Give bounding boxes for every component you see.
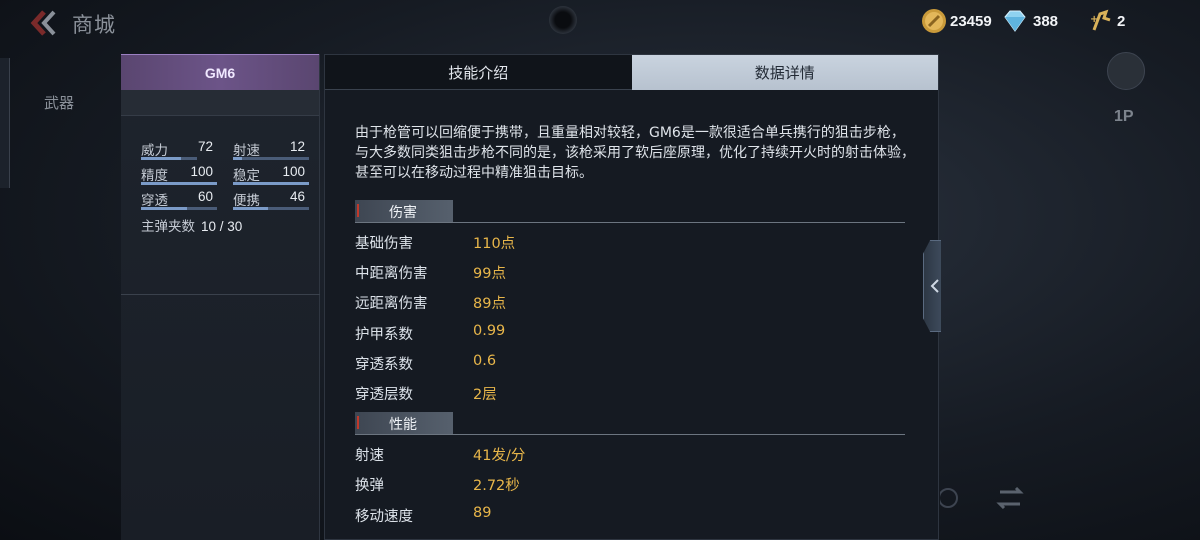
- stat-bar: [141, 207, 217, 210]
- data-key: 换弹: [355, 478, 384, 494]
- stat-bar: [141, 182, 217, 185]
- page-title: 商城: [72, 13, 116, 37]
- chevron-left-icon: [930, 279, 939, 293]
- gold-coin-icon: [922, 9, 946, 33]
- refresh-icon[interactable]: [940, 478, 1040, 518]
- stat-bar-fill: [233, 182, 309, 185]
- section-divider: [355, 222, 905, 223]
- stat-bar-fill: [141, 182, 217, 185]
- stat-value: 46: [289, 189, 305, 204]
- svg-text:+: +: [1090, 14, 1098, 25]
- top-bar: 商城 23459 388 + 2: [0, 0, 1200, 46]
- stat-value: 72: [197, 139, 213, 154]
- tickets-display[interactable]: + 2: [1088, 8, 1125, 34]
- magazine-info: 主弹夹数 10 / 30: [141, 215, 242, 235]
- data-value: 89点: [473, 296, 506, 312]
- data-key: 穿透层数: [355, 387, 413, 403]
- coins-value: 23459: [950, 12, 992, 30]
- stat-label: 便携: [233, 193, 260, 209]
- data-value: 2.72秒: [473, 478, 520, 494]
- stat-bar-fill: [233, 157, 243, 160]
- weapon-description: 由于枪管可以回缩便于携带，且重量相对较轻，GM6是一款很适合单兵携行的狙击步枪，…: [355, 125, 915, 181]
- data-value: 2层: [473, 387, 497, 403]
- settings-icon[interactable]: [1107, 52, 1145, 90]
- gems-value: 388: [1033, 12, 1059, 30]
- stat-label: 穿透: [141, 193, 168, 209]
- stat-label: 威力: [141, 143, 168, 159]
- data-key: 穿透系数: [355, 357, 413, 373]
- section-header: 伤害: [355, 200, 453, 222]
- tab-data-details[interactable]: 数据详情: [631, 55, 938, 90]
- data-key: 移动速度: [355, 509, 413, 525]
- section-damage: 伤害 基础伤害 110点 中距离伤害 99点 远距离伤害 89点 护甲系数 0.…: [355, 200, 905, 403]
- stat-bar: [233, 157, 309, 160]
- data-value: 99点: [473, 266, 506, 282]
- stat-value: 60: [197, 189, 213, 204]
- magazine-value: 10 / 30: [201, 219, 243, 234]
- weapon-detail-panel: 技能介绍 数据详情 由于枪管可以回缩便于携带，且重量相对较轻，GM6是一款很适合…: [324, 54, 939, 540]
- diamond-icon: [1004, 10, 1026, 32]
- data-value: 0.6: [473, 353, 497, 369]
- section-divider: [355, 434, 905, 435]
- data-key: 远距离伤害: [355, 296, 428, 312]
- back-arrow-icon: [30, 10, 56, 36]
- data-value: 0.99: [473, 323, 506, 339]
- stat-accuracy: 精度 100: [141, 164, 217, 186]
- stat-label: 射速: [233, 143, 260, 159]
- stat-portability: 便携 46: [233, 189, 309, 211]
- data-value: 110点: [473, 236, 516, 252]
- data-key: 护甲系数: [355, 327, 413, 343]
- camera-notch: [549, 6, 577, 34]
- weapon-subheader: [121, 90, 319, 116]
- stat-fire-rate: 射速 12: [233, 139, 309, 161]
- stat-value: 12: [289, 139, 305, 154]
- weapon-stats-panel: GM6 威力 72 射速 12 精度 100 稳定 100 穿透 60 便携 4…: [121, 54, 320, 540]
- section-marker: [357, 416, 359, 429]
- collapse-panel-button[interactable]: [923, 240, 941, 332]
- section-performance: 性能 射速 41发/分 换弹 2.72秒 移动速度 89: [355, 412, 905, 525]
- section-title: 伤害: [389, 205, 417, 221]
- stat-value: 100: [282, 164, 305, 179]
- stat-bar-fill: [233, 207, 268, 210]
- stat-bar-fill: [141, 157, 182, 160]
- coins-display[interactable]: 23459: [921, 8, 992, 34]
- section-title: 性能: [389, 417, 417, 433]
- stat-label: 稳定: [233, 168, 260, 184]
- stat-label: 精度: [141, 168, 168, 184]
- magazine-label: 主弹夹数: [141, 219, 195, 235]
- data-key: 中距离伤害: [355, 266, 428, 282]
- weapon-name: GM6: [121, 54, 319, 90]
- section-marker: [357, 204, 359, 217]
- stat-stability: 稳定 100: [233, 164, 309, 186]
- stat-bar: [141, 157, 197, 160]
- detail-tabs: 技能介绍 数据详情: [325, 55, 938, 90]
- stat-power: 威力 72: [141, 139, 217, 161]
- data-value: 89: [473, 505, 492, 521]
- back-button[interactable]: [30, 10, 64, 36]
- stat-bar: [233, 182, 309, 185]
- stat-bar-fill: [141, 207, 187, 210]
- perspective-label: 1P: [1114, 108, 1134, 125]
- section-header: 性能: [355, 412, 453, 434]
- gems-display[interactable]: 388: [1000, 8, 1058, 34]
- stat-value: 100: [190, 164, 213, 179]
- ticket-icon: +: [1090, 9, 1111, 31]
- weapon-category-tab[interactable]: 武器: [12, 58, 120, 118]
- data-key: 射速: [355, 448, 384, 464]
- tab-skill-intro[interactable]: 技能介绍: [325, 55, 632, 90]
- stat-bar: [233, 207, 309, 210]
- tickets-value: 2: [1117, 12, 1126, 30]
- panel-divider: [121, 294, 320, 295]
- data-key: 基础伤害: [355, 236, 413, 252]
- weapon-category-label: 武器: [44, 94, 75, 112]
- data-value: 41发/分: [473, 448, 526, 464]
- side-tab-strip: [0, 58, 10, 188]
- stat-penetration: 穿透 60: [141, 189, 217, 211]
